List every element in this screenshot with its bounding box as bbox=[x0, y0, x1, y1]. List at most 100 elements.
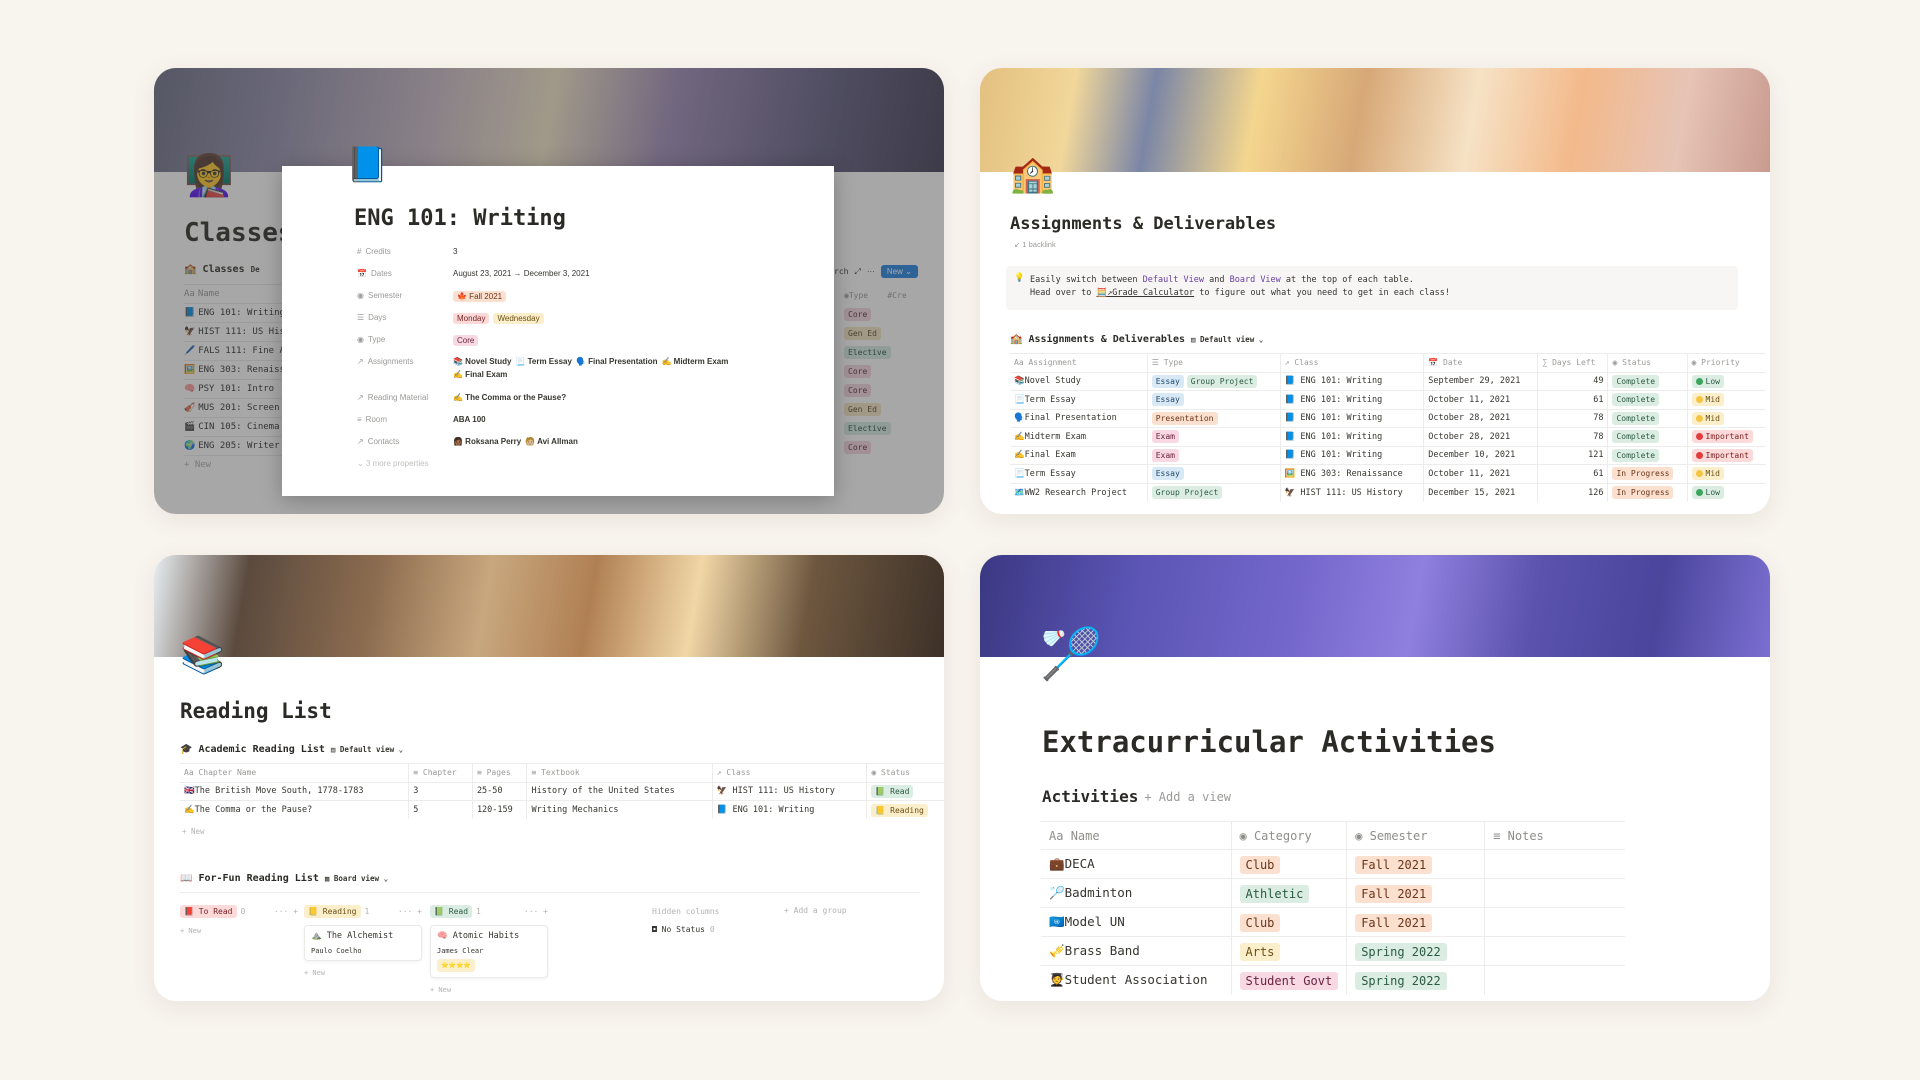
board-view-link[interactable]: Board View bbox=[1230, 275, 1281, 285]
view-selector[interactable]: ▦ Board view ⌄ bbox=[325, 874, 388, 883]
new-card-button[interactable]: + New bbox=[430, 986, 548, 994]
column-header[interactable]: Aa Chapter Name bbox=[180, 763, 409, 782]
table-row[interactable]: 🗺️WW2 Research Project Group Project 🦅 HIS… bbox=[1010, 482, 1766, 502]
column-header[interactable]: ↗ Class bbox=[711, 763, 867, 782]
category-cell[interactable]: Arts bbox=[1230, 936, 1347, 966]
class-cell[interactable]: 🦅 HIST 111: US History bbox=[711, 781, 867, 801]
dates-value[interactable]: August 23, 2021 → December 3, 2021 bbox=[453, 269, 590, 278]
priority-cell[interactable]: Low bbox=[1686, 482, 1766, 502]
type-cell[interactable]: Essay Group Project bbox=[1146, 371, 1281, 391]
table-row[interactable]: ✍️The Comma or the Pause? 5 120-159 Writing… bbox=[180, 800, 944, 819]
priority-cell[interactable]: Important bbox=[1686, 445, 1766, 465]
status-cell[interactable]: Complete bbox=[1607, 445, 1688, 465]
date-cell[interactable]: December 10, 2021 bbox=[1423, 445, 1538, 465]
column-header[interactable]: Aa Assignment bbox=[1010, 353, 1148, 372]
priority-cell[interactable]: Mid bbox=[1686, 390, 1766, 409]
type-cell[interactable]: Essay bbox=[1146, 464, 1281, 483]
contact-link[interactable]: 🧑🏼 Avi Allman bbox=[525, 437, 578, 446]
reading-link[interactable]: ✍️ The Comma or the Pause? bbox=[453, 393, 566, 402]
credits-value[interactable]: 3 bbox=[453, 247, 457, 256]
class-cell[interactable]: 📘 ENG 101: Writing bbox=[1279, 408, 1424, 428]
class-cell[interactable]: 🖼️ ENG 303: Renaissance bbox=[1279, 464, 1424, 483]
notes-cell[interactable] bbox=[1484, 907, 1625, 937]
view-selector[interactable]: ▤ Default view ⌄ bbox=[331, 745, 403, 754]
class-cell[interactable]: 📘 ENG 101: Writing bbox=[711, 800, 867, 819]
pages-cell[interactable]: 25-50 bbox=[471, 781, 527, 801]
column-header[interactable]: ◉ Category bbox=[1230, 821, 1347, 850]
assignment-link[interactable]: ✍️ Midterm Exam bbox=[661, 357, 728, 366]
chapter-name-cell[interactable]: 🇬🇧The British Move South, 1778-1783 bbox=[180, 781, 409, 801]
chapter-cell[interactable]: 5 bbox=[408, 800, 473, 819]
priority-cell[interactable]: Low bbox=[1686, 371, 1766, 391]
status-cell[interactable]: Complete bbox=[1607, 390, 1688, 409]
backlink[interactable]: ↙ 1 backlink bbox=[1014, 240, 1056, 249]
no-status-group[interactable]: ◘ No Status 0 bbox=[652, 925, 802, 934]
column-header[interactable]: ☰ Type bbox=[1146, 353, 1281, 372]
table-row[interactable]: 📃Term Essay Essay 📘 ENG 101: Writing Octobe… bbox=[1010, 390, 1766, 409]
status-cell[interactable]: In Progress bbox=[1607, 482, 1688, 502]
semester-cell[interactable]: Spring 2022 bbox=[1346, 936, 1485, 966]
category-cell[interactable]: Club bbox=[1230, 849, 1347, 879]
chapter-name-cell[interactable]: ✍️The Comma or the Pause? bbox=[180, 800, 409, 819]
status-cell[interactable]: In Progress bbox=[1607, 464, 1688, 483]
table-row[interactable]: 🧑‍🎓Student Association Student Govt Spring… bbox=[1041, 965, 1625, 995]
assignment-link[interactable]: 📃 Term Essay bbox=[515, 357, 572, 366]
table-row[interactable]: 🎺Brass Band Arts Spring 2022 bbox=[1041, 936, 1625, 966]
category-cell[interactable]: Athletic bbox=[1230, 878, 1347, 908]
date-cell[interactable]: October 11, 2021 bbox=[1423, 464, 1538, 483]
column-header[interactable]: ≡ Notes bbox=[1484, 821, 1625, 850]
assignment-cell[interactable]: ✍️Final Exam bbox=[1010, 445, 1148, 465]
date-cell[interactable]: October 28, 2021 bbox=[1423, 408, 1538, 428]
type-cell[interactable]: Presentation bbox=[1146, 408, 1281, 428]
add-view-button[interactable]: + Add a view bbox=[1144, 790, 1231, 804]
more-icon[interactable]: ··· + bbox=[398, 907, 422, 916]
notes-cell[interactable] bbox=[1484, 965, 1625, 995]
class-cell[interactable]: 📘 ENG 101: Writing bbox=[1279, 445, 1424, 465]
column-header[interactable]: Aa Name bbox=[1041, 821, 1231, 850]
notes-cell[interactable] bbox=[1484, 936, 1625, 966]
contact-link[interactable]: 👩🏾 Roksana Perry bbox=[453, 437, 521, 446]
class-cell[interactable]: 📘 ENG 101: Writing bbox=[1279, 427, 1424, 446]
column-header[interactable]: ◉ Semester bbox=[1346, 821, 1485, 850]
name-cell[interactable]: 🇺🇳Model UN bbox=[1041, 907, 1231, 937]
day-tag[interactable]: Monday bbox=[453, 313, 490, 324]
column-header[interactable]: ≡ Chapter bbox=[408, 763, 473, 782]
column-header[interactable]: ◉ Priority bbox=[1686, 353, 1766, 372]
column-header[interactable]: ↗ Class bbox=[1279, 353, 1424, 372]
date-cell[interactable]: October 11, 2021 bbox=[1423, 390, 1538, 409]
new-card-button[interactable]: + New bbox=[304, 969, 422, 977]
table-row[interactable]: 📚Novel Study Essay Group Project 📘 ENG 101:… bbox=[1010, 371, 1766, 391]
textbook-cell[interactable]: History of the United States bbox=[526, 781, 713, 801]
type-cell[interactable]: Essay bbox=[1146, 390, 1281, 409]
column-header[interactable]: ≡ Textbook bbox=[526, 763, 713, 782]
view-selector[interactable]: ▤ Default view ⌄ bbox=[1191, 335, 1263, 344]
pages-cell[interactable]: 120-159 bbox=[471, 800, 527, 819]
semester-cell[interactable]: Fall 2021 bbox=[1346, 878, 1485, 908]
assignment-cell[interactable]: 🗣️Final Presentation bbox=[1010, 408, 1148, 428]
assignment-link[interactable]: ✍️ Final Exam bbox=[453, 370, 507, 379]
status-cell[interactable]: 📒 Reading bbox=[866, 800, 944, 819]
table-row[interactable]: 🇺🇳Model UN Club Fall 2021 bbox=[1041, 907, 1625, 937]
class-cell[interactable]: 🦅 HIST 111: US History bbox=[1279, 482, 1424, 502]
column-header[interactable]: 📅 Date bbox=[1423, 353, 1538, 372]
column-header[interactable]: ◉ Status bbox=[866, 763, 944, 782]
more-icon[interactable]: ··· + bbox=[524, 907, 548, 916]
chapter-cell[interactable]: 3 bbox=[408, 781, 473, 801]
table-row[interactable]: ✍️Final Exam Exam 📘 ENG 101: Writing Decemb… bbox=[1010, 445, 1766, 465]
status-cell[interactable]: 📗 Read bbox=[866, 781, 944, 801]
assignment-cell[interactable]: 🗺️WW2 Research Project bbox=[1010, 482, 1148, 502]
semester-cell[interactable]: Fall 2021 bbox=[1346, 849, 1485, 879]
type-cell[interactable]: Exam bbox=[1146, 445, 1281, 465]
day-tag[interactable]: Wednesday bbox=[493, 313, 544, 324]
date-cell[interactable]: December 15, 2021 bbox=[1423, 482, 1538, 502]
table-row[interactable]: 🗣️Final Presentation Presentation 📘 ENG 10… bbox=[1010, 408, 1766, 428]
assignment-link[interactable]: 🗣️ Final Presentation bbox=[576, 357, 658, 366]
table-row[interactable]: 🇬🇧The British Move South, 1778-1783 3 25-5… bbox=[180, 781, 944, 801]
type-cell[interactable]: Group Project bbox=[1146, 482, 1281, 502]
room-value[interactable]: ABA 100 bbox=[453, 415, 486, 424]
class-cell[interactable]: 📘 ENG 101: Writing bbox=[1279, 390, 1424, 409]
name-cell[interactable]: 🧑‍🎓Student Association bbox=[1041, 965, 1231, 995]
notes-cell[interactable] bbox=[1484, 878, 1625, 908]
new-row-button[interactable]: + New bbox=[182, 827, 205, 836]
notes-cell[interactable] bbox=[1484, 849, 1625, 879]
